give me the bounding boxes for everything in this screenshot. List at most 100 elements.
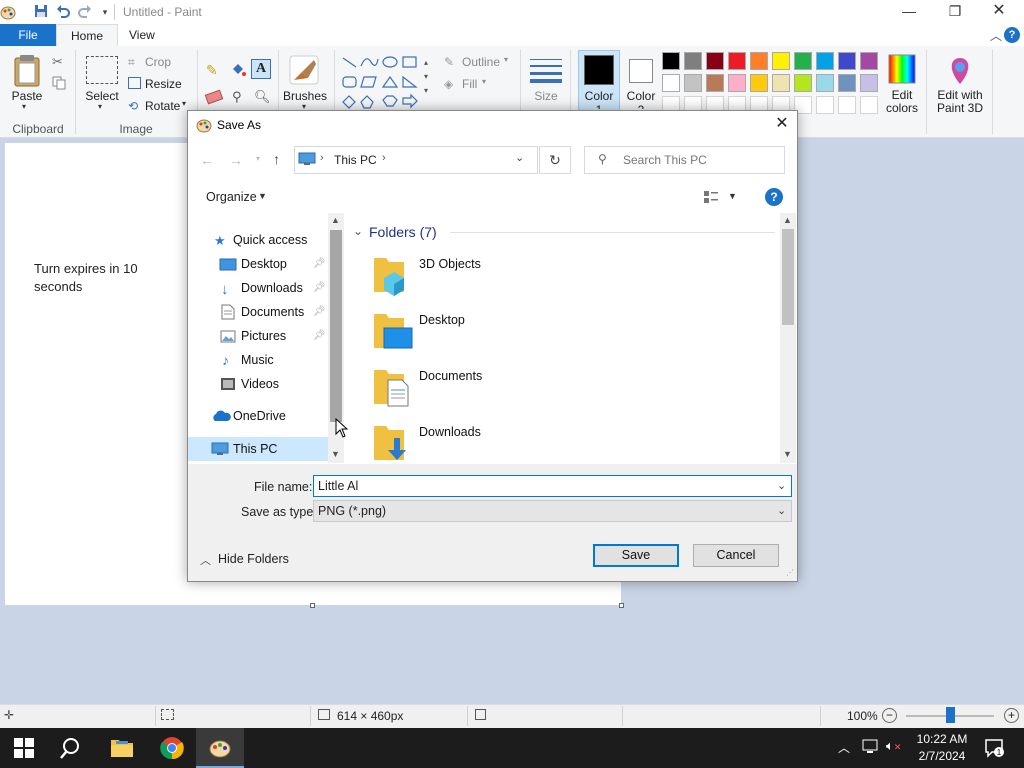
file-name-input[interactable]: Little Al [313,475,792,497]
address-bar[interactable] [294,146,538,174]
fill-button[interactable]: Fill [462,77,477,91]
nav-scroll-thumb[interactable] [330,230,342,422]
view-options-icon[interactable] [703,190,719,204]
select-icon[interactable] [86,56,118,84]
folders-scroll-up-icon[interactable]: ▲ [783,215,792,225]
brushes-icon[interactable] [288,54,320,88]
size-button[interactable]: Size [530,89,562,103]
palette-swatch[interactable] [750,52,768,70]
folder-downloads[interactable]: Downloads [419,425,481,439]
address-this-pc[interactable]: This PC [334,153,377,167]
nav-videos[interactable]: Videos [241,373,313,395]
palette-swatch[interactable] [750,74,768,92]
palette-swatch[interactable] [816,96,834,114]
zoom-out-button[interactable]: − [882,708,897,723]
3d-objects-folder-icon[interactable] [372,252,412,296]
color2-swatch[interactable] [629,59,653,83]
palette-swatch[interactable] [662,52,680,70]
cancel-button[interactable]: Cancel [693,544,779,567]
tab-home[interactable]: Home [56,24,119,46]
palette-swatch[interactable] [662,74,680,92]
fill-bucket-icon[interactable] [230,62,246,78]
volume-muted-icon[interactable]: 🔈︎✕ [886,738,901,754]
desktop-folder-icon[interactable] [372,308,414,352]
palette-swatch[interactable] [838,96,856,114]
search-icon[interactable] [60,736,84,760]
up-button[interactable]: ↑ [273,151,280,167]
rotate-icon[interactable]: ⟲ [128,99,138,113]
start-windows-icon[interactable] [14,738,34,758]
select-button[interactable]: Select [82,89,122,103]
edit-colors-icon[interactable] [888,54,916,84]
palette-swatch[interactable] [794,52,812,70]
copy-icon[interactable] [52,76,66,90]
folders-header[interactable]: Folders (7) [369,224,437,240]
customize-toolbar-icon[interactable]: ▾ [97,4,113,20]
save-button[interactable]: Save [593,544,679,567]
palette-swatch[interactable] [706,74,724,92]
zoom-in-button[interactable]: + [1004,708,1019,723]
cut-icon[interactable]: ✂ [52,54,66,69]
nav-downloads[interactable]: Downloads [241,277,313,299]
documents-folder-icon[interactable] [372,364,412,408]
palette-swatch[interactable] [728,52,746,70]
view-options-dropdown-icon[interactable]: ▼ [728,191,737,201]
palette-swatch[interactable] [684,52,702,70]
refresh-button[interactable]: ↻ [539,146,571,174]
save-type-dropdown-icon[interactable]: ⌄ [777,504,786,517]
resize-button[interactable]: Resize [145,77,182,91]
ribbon-collapse-icon[interactable]: ︿ [990,27,1002,44]
palette-swatch[interactable] [728,74,746,92]
resize-grip-icon[interactable]: ⋰ [786,568,794,577]
nav-this-pc[interactable]: This PC [233,438,323,460]
back-button[interactable]: ← [200,152,214,168]
nav-scroll-up-icon[interactable]: ▲ [331,215,340,225]
paint-3d-icon[interactable] [946,56,974,86]
color2-label[interactable]: Color 2 [622,89,660,109]
color-picker-icon[interactable]: ⚲ [232,89,242,105]
dialog-help-icon[interactable]: ? [765,188,783,206]
fill-dropdown-icon[interactable]: ▾ [482,77,486,86]
outline-dropdown-icon[interactable]: ▾ [504,55,508,64]
color1-swatch[interactable] [584,55,614,85]
outline-icon[interactable]: ✎ [444,55,454,69]
save-as-type-select[interactable]: PNG (*.png) [313,500,792,522]
nav-desktop[interactable]: Desktop [241,253,313,275]
hide-folders-chevron-icon[interactable]: ︿ [200,552,211,568]
size-icon[interactable] [530,58,562,84]
notifications-icon[interactable]: 1 [984,738,1006,758]
address-dropdown-icon[interactable]: ⌄ [515,151,524,164]
canvas-resize-handle[interactable] [619,603,624,608]
magnifier-icon[interactable]: 🔍︎ [254,89,271,105]
nav-documents[interactable]: Documents [241,301,313,323]
network-icon[interactable] [862,739,880,755]
undo-icon[interactable] [55,4,71,20]
shapes-gallery[interactable] [340,54,428,110]
forward-button[interactable]: → [229,152,243,168]
show-hidden-icons-icon[interactable]: ︿ [838,739,850,756]
folder-desktop[interactable]: Desktop [419,313,465,327]
resize-icon[interactable] [128,77,141,89]
tab-file[interactable]: File [0,24,56,46]
brushes-button[interactable]: Brushes [282,89,328,103]
organize-button[interactable]: Organize [206,190,257,204]
file-explorer-icon[interactable] [110,737,134,759]
nav-quick-access[interactable]: Quick access [233,229,323,251]
rotate-dropdown-icon[interactable]: ▾ [182,99,186,108]
nav-music[interactable]: Music [241,349,313,371]
address-chevron-icon[interactable]: › [382,152,386,164]
edit-colors-button[interactable]: Edit colors [882,89,922,115]
close-window-button[interactable]: ✕ [976,0,1022,24]
recent-locations-dropdown[interactable]: ▾ [256,154,260,163]
paste-icon[interactable] [12,54,42,88]
pencil-icon[interactable]: ✎ [206,62,218,79]
nav-pictures[interactable]: Pictures [241,325,313,347]
help-icon[interactable]: ? [1004,27,1020,43]
paste-dropdown-icon[interactable]: ▾ [22,102,26,111]
nav-scroll-down-icon[interactable]: ▼ [331,449,340,459]
palette-swatch[interactable] [706,52,724,70]
palette-swatch[interactable] [772,74,790,92]
folders-scroll-down-icon[interactable]: ▼ [783,449,792,459]
nav-onedrive[interactable]: OneDrive [233,405,323,427]
chrome-icon[interactable] [160,736,184,760]
